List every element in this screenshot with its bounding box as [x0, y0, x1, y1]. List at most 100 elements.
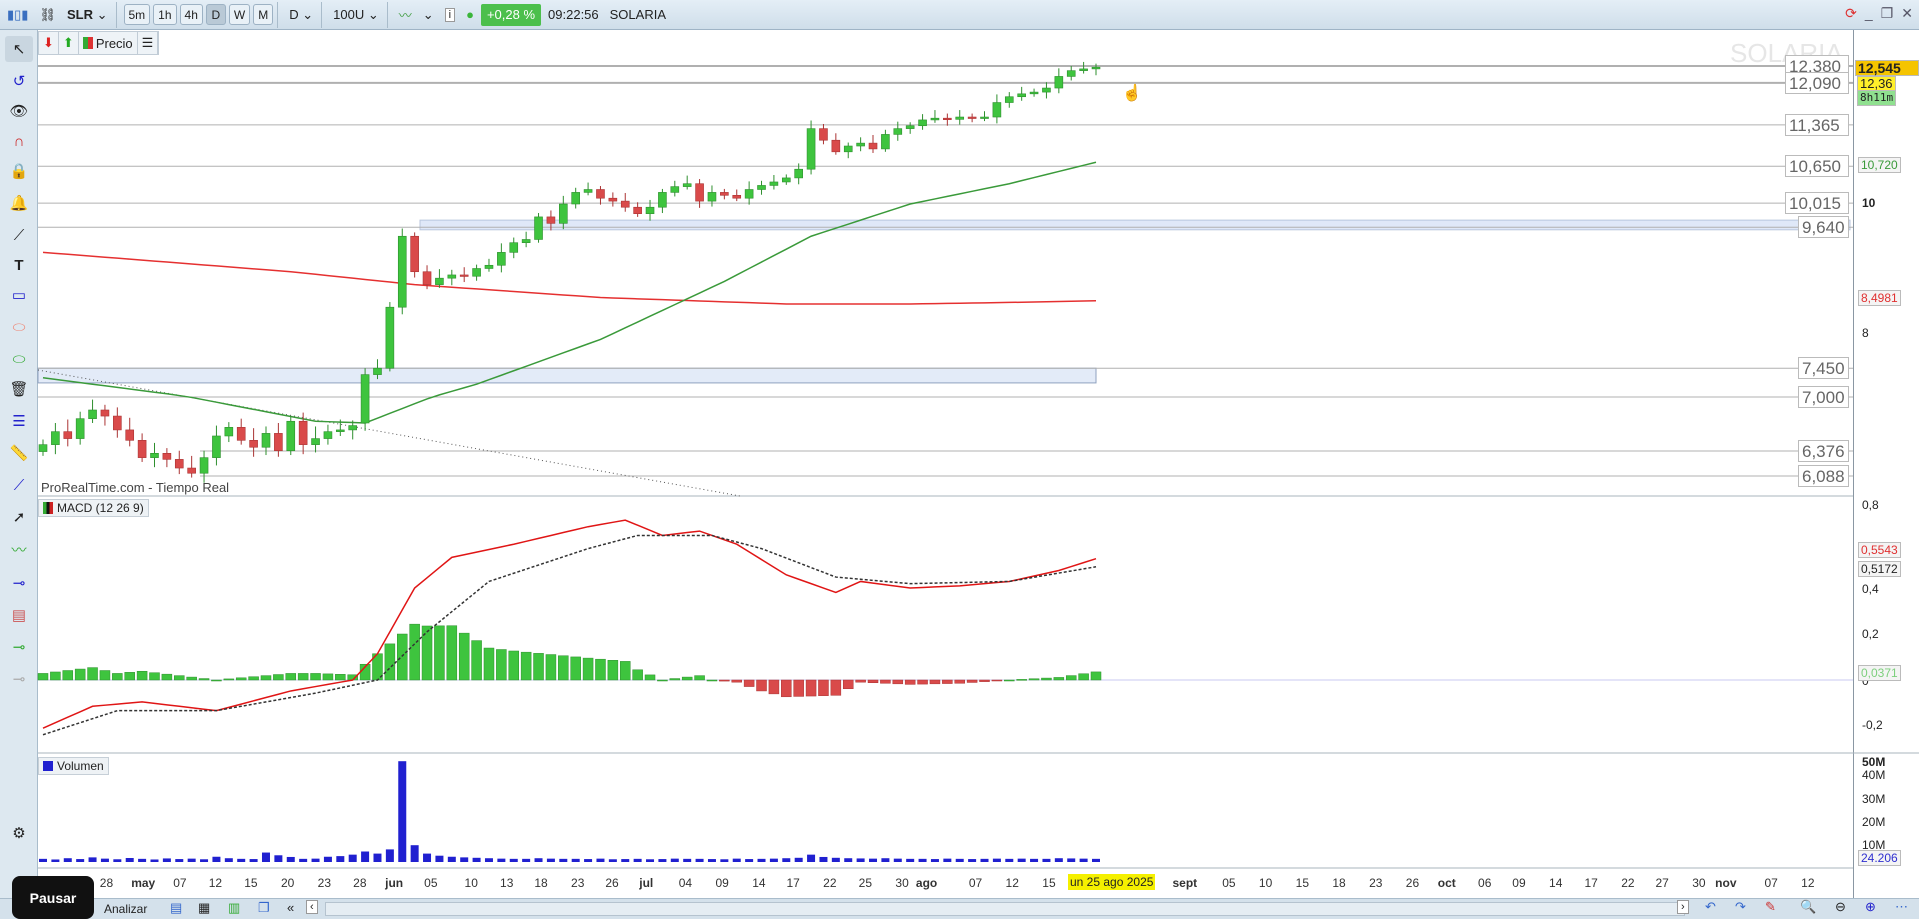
volume-bar — [1030, 858, 1039, 862]
volume-bar — [794, 857, 803, 862]
candle — [137, 440, 147, 458]
volume-bar — [261, 852, 270, 862]
macd-histogram-bar — [285, 673, 297, 681]
last-price-tag: 12,545 — [1855, 60, 1919, 76]
date-label: sept — [1172, 876, 1198, 890]
volume-bar — [646, 859, 655, 862]
volume-tick: 40M — [1862, 768, 1886, 782]
moving-average-red — [42, 251, 1097, 305]
macd-histogram-bar — [570, 656, 581, 681]
level-label[interactable]: 10,650 — [1785, 155, 1849, 178]
windows-icon[interactable]: ❐ — [258, 900, 270, 916]
level-label[interactable]: 10,015 — [1785, 192, 1849, 215]
volume-bar — [893, 858, 902, 862]
undo-icon[interactable]: ↶ — [1705, 899, 1716, 915]
volume-bar — [336, 856, 345, 862]
volume-bar — [720, 859, 729, 862]
candle — [583, 189, 593, 193]
macd-histogram-bar — [186, 676, 197, 681]
level-label[interactable]: 6,088 — [1798, 465, 1849, 487]
macd-histogram-bar — [1065, 675, 1077, 681]
scroll-left-icon[interactable]: ‹ — [306, 900, 318, 914]
macd-histogram-bar — [149, 672, 160, 681]
candle — [819, 128, 828, 141]
pause-button[interactable]: Pausar — [12, 876, 94, 919]
candle — [905, 125, 915, 129]
volume-bar — [782, 858, 791, 862]
level-label[interactable]: 12,090 — [1785, 71, 1849, 94]
screener-icon[interactable]: ▥ — [228, 900, 240, 916]
more-icon[interactable]: ⋯ — [1895, 899, 1908, 915]
date-label: 10 — [1258, 876, 1273, 890]
macd-histogram-bar — [1028, 678, 1040, 681]
volume-tick: 20M — [1862, 815, 1886, 829]
volume-title[interactable]: Volumen — [38, 757, 109, 775]
date-label: nov — [1715, 876, 1737, 890]
zoom-in-icon[interactable]: ⊕ — [1865, 899, 1876, 915]
report-icon[interactable]: ▦ — [198, 900, 210, 916]
macd-histogram-bar — [174, 675, 185, 681]
volume-bar — [150, 859, 159, 862]
volume-bar — [856, 858, 865, 862]
volume-bar — [348, 854, 357, 862]
candle — [670, 186, 680, 193]
macd-histogram-bar — [991, 679, 1003, 682]
volume-tick: 30M — [1862, 792, 1886, 806]
volume-bar — [138, 858, 147, 862]
analyze-button[interactable]: Analizar — [104, 902, 147, 916]
volume-bar — [100, 858, 109, 862]
level-label[interactable]: 11,365 — [1785, 113, 1849, 136]
scroll-left-fast-icon[interactable]: « — [287, 900, 294, 915]
zoom-out-icon[interactable]: ⊖ — [1835, 899, 1846, 915]
date-label: 07 — [1764, 876, 1778, 890]
candle — [298, 420, 308, 445]
volume-bar — [831, 857, 840, 862]
macd-histogram-bar — [446, 625, 458, 681]
volume-bar — [968, 859, 977, 862]
chart-canvas[interactable]: ☝ — [0, 0, 1919, 900]
signal-value-tag: 0,5172 — [1858, 561, 1901, 577]
candle — [955, 116, 965, 120]
zoom-fit-icon[interactable]: 🔍 — [1800, 899, 1816, 915]
macd-histogram-bar — [384, 643, 396, 681]
date-label: 15 — [1295, 876, 1310, 890]
redo-icon[interactable]: ↷ — [1735, 899, 1746, 915]
macd-histogram-bar — [979, 679, 990, 682]
macd-histogram-bar — [273, 674, 284, 681]
date-axis[interactable]: 28 may 07 12 15 20 23 28 jun 05 10 13 18 23 26 jul 04 09 1… — [38, 872, 1853, 894]
candle — [831, 139, 841, 153]
macd-histogram-bar — [619, 661, 631, 681]
level-label[interactable]: 7,000 — [1798, 386, 1849, 408]
date-label: 26 — [605, 876, 619, 890]
date-label: 28 — [99, 876, 114, 890]
scroll-right-icon[interactable]: › — [1677, 900, 1689, 914]
volume-color-icon — [43, 761, 53, 771]
volume-bar — [187, 858, 196, 862]
date-label: 14 — [752, 876, 766, 890]
candle — [744, 189, 754, 199]
macd-histogram-bar — [818, 679, 829, 696]
candle — [992, 102, 1002, 118]
macd-title[interactable]: MACD (12 26 9) — [38, 499, 149, 517]
candle — [559, 203, 568, 224]
date-label: 30 — [895, 876, 909, 890]
doc-icon[interactable]: ▤ — [170, 900, 182, 916]
candle — [63, 431, 73, 439]
macd-histogram-bar — [37, 673, 49, 681]
candle — [212, 435, 221, 458]
level-label[interactable]: 9,640 — [1798, 216, 1849, 239]
volume-bar — [1079, 858, 1088, 862]
macd-histogram-bar — [161, 673, 173, 681]
tools-icon[interactable]: ✎ — [1765, 899, 1776, 915]
date-label: 12 — [1801, 876, 1815, 890]
volume-bar — [361, 851, 370, 862]
volume-bar — [1017, 858, 1026, 862]
macd-histogram-bar — [805, 679, 817, 697]
horizontal-scrollbar[interactable] — [325, 902, 1685, 916]
level-label[interactable]: 6,376 — [1798, 440, 1849, 463]
macd-histogram-bar — [99, 670, 111, 681]
volume-bar — [546, 858, 555, 862]
macd-histogram-bar — [768, 679, 780, 695]
volume-bar — [509, 858, 518, 862]
level-label[interactable]: 7,450 — [1798, 357, 1849, 380]
